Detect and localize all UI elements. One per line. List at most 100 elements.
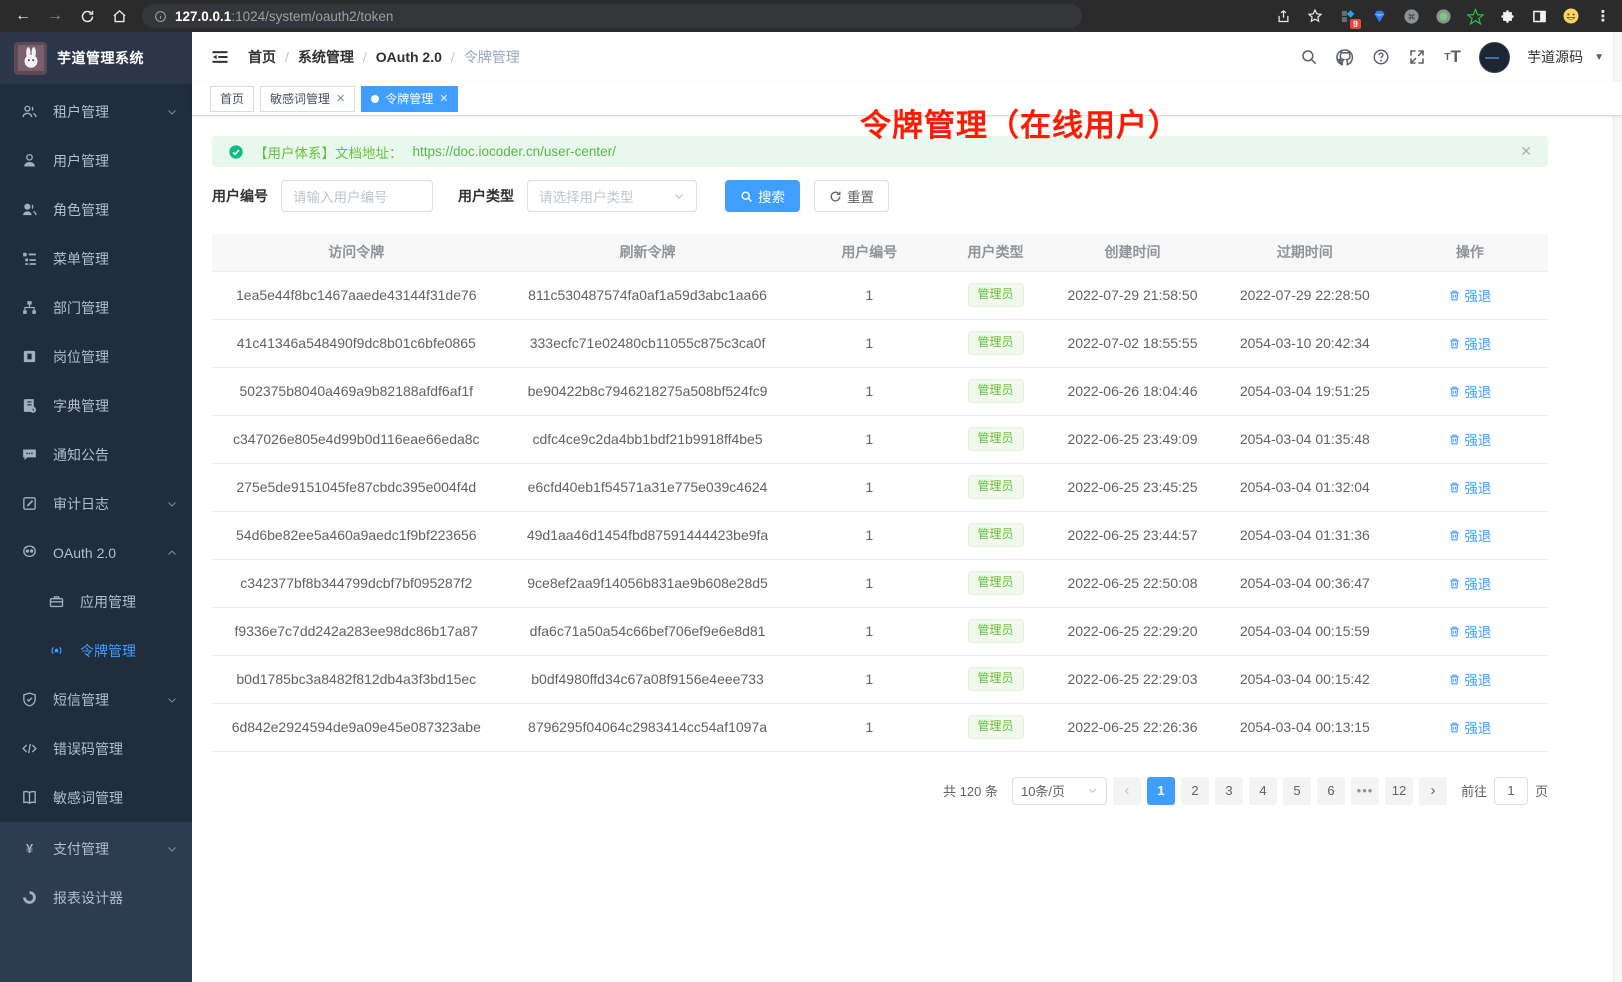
force-logout-label: 强退	[1464, 621, 1491, 641]
page-ellipsis[interactable]: •••	[1351, 777, 1379, 805]
page-content: 【用户体系】文档地址：https://doc.iocoder.cn/user-c…	[192, 116, 1622, 805]
force-logout-button[interactable]: 强退	[1448, 525, 1491, 545]
sidebar-item-报表设计器[interactable]: 报表设计器	[0, 873, 192, 922]
share-button[interactable]	[1274, 7, 1292, 25]
sidebar-item-支付管理[interactable]: ¥ 支付管理	[0, 824, 192, 873]
page-button-1[interactable]: 1	[1147, 777, 1175, 805]
breadcrumb-separator: /	[451, 49, 455, 65]
access-token-cell: b0d1785bc3a8482f812db4a3f3bd15ec	[212, 655, 501, 703]
sidebar-item-通知公告[interactable]: 通知公告	[0, 430, 192, 479]
search-button-icon	[740, 190, 753, 203]
fullscreen-button[interactable]	[1407, 48, 1426, 67]
sidebar-item-短信管理[interactable]: 短信管理	[0, 675, 192, 724]
github-link[interactable]	[1335, 48, 1354, 67]
user-id-input[interactable]: 请输入用户编号	[281, 180, 433, 212]
force-logout-button[interactable]: 强退	[1448, 477, 1491, 497]
page-scrollbar[interactable]	[1613, 32, 1622, 982]
recorder-extension-button[interactable]	[1434, 7, 1452, 25]
search-button[interactable]: 搜索	[725, 180, 800, 212]
page-button-5[interactable]: 5	[1283, 777, 1311, 805]
breadcrumb-separator: /	[363, 49, 367, 65]
page-size-select[interactable]: 10条/页	[1012, 777, 1107, 805]
breadcrumb-item[interactable]: 系统管理	[298, 47, 354, 67]
breadcrumb-item[interactable]: 首页	[248, 47, 276, 67]
page-button-2[interactable]: 2	[1181, 777, 1209, 805]
force-logout-label: 强退	[1464, 573, 1491, 593]
sidepanel-extension-button[interactable]	[1530, 7, 1548, 25]
user-type-select[interactable]: 请选择用户类型	[527, 180, 697, 212]
column-header: 过期时间	[1218, 234, 1392, 271]
gem-extension-button[interactable]	[1370, 7, 1388, 25]
browser-menu-button[interactable]: ⋮	[1594, 7, 1612, 25]
sidebar-item-租户管理[interactable]: 租户管理	[0, 87, 192, 136]
report-icon	[21, 889, 38, 906]
prev-page-button[interactable]: ‹	[1113, 777, 1141, 805]
force-logout-button[interactable]: 强退	[1448, 285, 1491, 305]
sidebar-item-令牌管理[interactable]: A 令牌管理	[0, 626, 192, 675]
action-cell: 强退	[1392, 367, 1548, 415]
page-button-6[interactable]: 6	[1317, 777, 1345, 805]
app-logo[interactable]: 芋道管理系统	[0, 32, 192, 84]
browser-home-button[interactable]	[106, 3, 132, 29]
sidebar-item-敏感词管理[interactable]: 敏感词管理	[0, 773, 192, 822]
browser-reload-button[interactable]	[74, 3, 100, 29]
close-icon[interactable]: ✕	[439, 92, 448, 105]
close-icon[interactable]: ✕	[336, 92, 345, 105]
page-button-4[interactable]: 4	[1249, 777, 1277, 805]
address-bar[interactable]: 127.0.0.1:1024/system/oauth2/token	[142, 4, 1082, 28]
site-info-icon[interactable]	[154, 10, 167, 23]
force-logout-button[interactable]: 强退	[1448, 621, 1491, 641]
header-search-button[interactable]	[1299, 48, 1318, 67]
font-size-button[interactable]: TT	[1443, 48, 1462, 67]
sidebar-item-错误码管理[interactable]: 错误码管理	[0, 724, 192, 773]
page-button-3[interactable]: 3	[1215, 777, 1243, 805]
force-logout-button[interactable]: 强退	[1448, 669, 1491, 689]
sidebar-item-字典管理[interactable]: 字典管理	[0, 381, 192, 430]
sidebar-item-OAuth 2.0[interactable]: OAuth 2.0	[0, 528, 192, 577]
browser-back-button[interactable]: ←	[10, 3, 36, 29]
command-extension-button[interactable]: ⌘	[1402, 7, 1420, 25]
reset-button[interactable]: 重置	[814, 180, 889, 212]
created-time-cell: 2022-06-26 18:04:46	[1047, 367, 1218, 415]
goto-page-input[interactable]: 1	[1494, 777, 1528, 805]
app-icon	[48, 593, 65, 610]
force-logout-button[interactable]: 强退	[1448, 573, 1491, 593]
sidebar-item-审计日志[interactable]: 审计日志	[0, 479, 192, 528]
breadcrumb-item[interactable]: OAuth 2.0	[376, 49, 442, 65]
emoji-extension-button[interactable]	[1562, 7, 1580, 25]
user-type-cell: 管理员	[944, 607, 1047, 655]
page-button-12[interactable]: 12	[1385, 777, 1413, 805]
access-token-cell: 41c41346a548490f9dc8b01c6bfe0865	[212, 319, 501, 367]
alert-close-icon[interactable]: ✕	[1520, 143, 1532, 160]
force-logout-button[interactable]: 强退	[1448, 717, 1491, 737]
user-menu-caret-icon[interactable]: ▼	[1594, 52, 1604, 63]
user-avatar[interactable]	[1479, 42, 1510, 73]
force-logout-button[interactable]: 强退	[1448, 333, 1491, 353]
sidebar-item-label: 敏感词管理	[53, 788, 178, 808]
tab-令牌管理[interactable]: 令牌管理 ✕	[361, 86, 458, 112]
breadcrumb-separator: /	[285, 49, 289, 65]
role-icon	[21, 201, 38, 218]
puzzle-extension-button[interactable]	[1498, 7, 1516, 25]
browser-forward-button[interactable]: →	[42, 3, 68, 29]
force-logout-button[interactable]: 强退	[1448, 429, 1491, 449]
dict-icon	[21, 397, 38, 414]
next-page-button[interactable]: ›	[1419, 777, 1447, 805]
chevron-down-icon	[166, 498, 178, 510]
goto-page-value: 1	[1507, 783, 1514, 798]
sidebar-item-部门管理[interactable]: 部门管理	[0, 283, 192, 332]
sidebar-item-角色管理[interactable]: 角色管理	[0, 185, 192, 234]
bookmark-button[interactable]	[1306, 7, 1324, 25]
tab-首页[interactable]: 首页	[210, 86, 254, 112]
star-extension-button[interactable]	[1466, 7, 1484, 25]
sidebar-item-用户管理[interactable]: 用户管理	[0, 136, 192, 185]
sidebar-item-岗位管理[interactable]: 岗位管理	[0, 332, 192, 381]
tab-敏感词管理[interactable]: 敏感词管理 ✕	[260, 86, 355, 112]
sidebar-collapse-button[interactable]	[210, 46, 232, 68]
doc-link[interactable]: https://doc.iocoder.cn/user-center/	[413, 144, 616, 159]
force-logout-button[interactable]: 强退	[1448, 381, 1491, 401]
sidebar-item-菜单管理[interactable]: 菜单管理	[0, 234, 192, 283]
sidebar-item-应用管理[interactable]: 应用管理	[0, 577, 192, 626]
help-doc-button[interactable]	[1371, 48, 1390, 67]
extension-grid-button[interactable]: 9	[1338, 7, 1356, 25]
